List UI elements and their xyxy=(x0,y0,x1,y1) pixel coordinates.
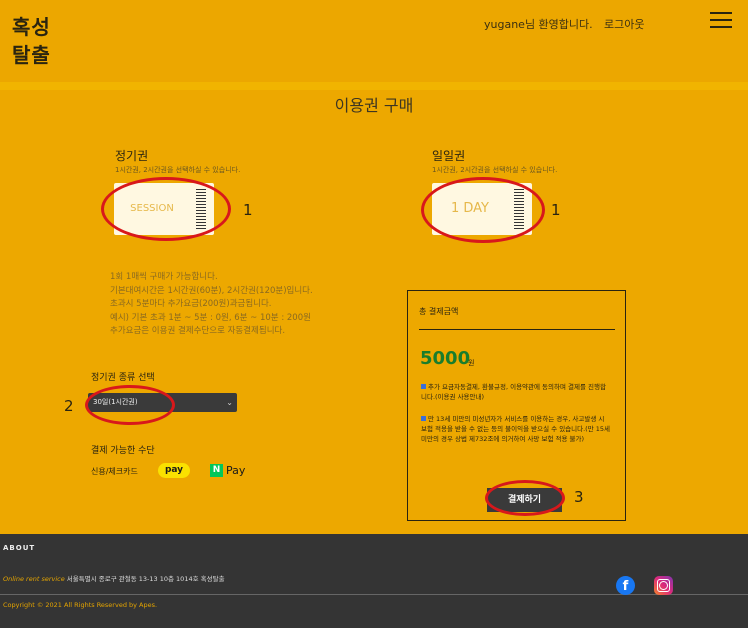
currency-unit: 원 xyxy=(468,359,475,367)
terms-agreement-2[interactable]: 만 13세 미만의 미성년자가 서비스를 이용하는 경우, 사고발생 시 보험 … xyxy=(421,414,611,444)
total-amount-title: 총 결제금액 xyxy=(419,307,459,316)
logout-link[interactable]: 로그아웃 xyxy=(604,16,644,32)
terms-text-2: 만 13세 미만의 미성년자가 서비스를 이용하는 경우, 사고발생 시 보험 … xyxy=(421,415,611,443)
info-line: 기본대여시간은 1시간권(60분), 2시간권(120분)입니다. xyxy=(110,285,313,296)
daily-pass-ticket[interactable]: 1 DAY xyxy=(432,183,532,235)
address-text: 서울특별시 종로구 관철동 13-13 10층 1014호 혹성탈출 xyxy=(64,575,225,583)
terms-agreement-1[interactable]: 추가 요금자동결제, 환불규정, 이용약관에 동의하며 결제를 진행합니다.(이… xyxy=(421,382,611,402)
hamburger-icon[interactable] xyxy=(710,12,732,28)
divider xyxy=(419,329,615,330)
barcode-icon xyxy=(196,189,206,229)
logo-line-2: 탈출 xyxy=(12,43,51,67)
season-pass-subtitle: 1시간권, 2시간권을 선택하실 수 있습니다. xyxy=(115,166,241,174)
pass-type-label: 정기권 종류 선택 xyxy=(91,373,155,383)
annotation-number: 2 xyxy=(64,397,74,415)
total-amount: 5000 xyxy=(420,348,471,369)
info-line: 예시) 기본 초과 1분 ~ 5분 : 0원, 6분 ~ 10분 : 200원 xyxy=(110,312,311,323)
npay-button[interactable]: N Pay xyxy=(210,463,245,478)
instagram-icon[interactable] xyxy=(654,576,673,595)
facebook-icon[interactable]: f xyxy=(616,576,635,595)
header-divider xyxy=(0,82,748,90)
page-title: 이용권 구매 xyxy=(334,96,414,115)
season-pass-title: 정기권 xyxy=(115,149,149,163)
chevron-down-icon: ⌄ xyxy=(226,398,233,407)
checkbox-checked-icon[interactable] xyxy=(421,416,426,421)
usage-info: 1회 1매씩 구매가 가능합니다. 기본대여시간은 1시간권(60분), 2시간… xyxy=(110,271,313,339)
footer-about-heading: ABOUT xyxy=(3,544,36,552)
pass-type-selected: 30일(1시간권) xyxy=(93,398,138,406)
kakaopay-label: pay xyxy=(164,465,184,475)
season-pass-ticket[interactable]: SESSION xyxy=(114,183,214,235)
pass-type-select[interactable]: 30일(1시간권) ⌄ xyxy=(88,393,237,412)
payment-methods-label: 결제 가능한 수단 xyxy=(91,446,155,456)
info-line: 1회 1매씩 구매가 가능합니다. xyxy=(110,272,218,282)
welcome-message: yugane님 환영합니다. xyxy=(484,18,593,31)
annotation-number: 1 xyxy=(551,201,561,219)
npay-label: Pay xyxy=(226,464,246,477)
daily-ticket-label: 1 DAY xyxy=(450,201,489,216)
service-name: Online rent service xyxy=(3,575,65,583)
payment-summary-panel: 총 결제금액 5000 원 추가 요금자동결제, 환불규정, 이용약관에 동의하… xyxy=(407,290,626,521)
npay-logo-icon: N xyxy=(210,464,223,477)
site-footer: ABOUT Online rent service 서울특별시 종로구 관철동 … xyxy=(0,534,748,628)
site-header: 혹성 탈출 yugane님 환영합니다. 로그아웃 xyxy=(0,0,748,82)
logo-line-1: 혹성 xyxy=(12,15,51,39)
info-line: 초과시 5분마다 추가요금(200원)과금됩니다. xyxy=(110,299,272,309)
terms-text-1: 추가 요금자동결제, 환불규정, 이용약관에 동의하며 결제를 진행합니다.(이… xyxy=(421,383,606,401)
annotation-number: 1 xyxy=(243,201,253,219)
footer-address: Online rent service 서울특별시 종로구 관철동 13-13 … xyxy=(3,573,225,583)
daily-pass-subtitle: 1시간권, 2시간권을 선택하실 수 있습니다. xyxy=(432,166,558,174)
info-line: 추가요금은 이용권 결제수단으로 자동결제됩니다. xyxy=(110,326,286,336)
kakaopay-button[interactable]: pay xyxy=(158,463,190,478)
barcode-icon xyxy=(514,189,524,229)
card-payment-option[interactable]: 신용/체크카드 xyxy=(91,466,138,477)
daily-pass-title: 일일권 xyxy=(432,149,466,163)
footer-divider xyxy=(0,594,748,595)
copyright: Copyright © 2021 All Rights Reserved by … xyxy=(3,601,158,609)
pay-button[interactable]: 결제하기 xyxy=(487,488,562,512)
annotation-number: 3 xyxy=(574,488,584,506)
season-ticket-label: SESSION xyxy=(130,203,174,214)
checkbox-checked-icon[interactable] xyxy=(421,384,426,389)
site-logo[interactable]: 혹성 탈출 xyxy=(12,13,51,69)
